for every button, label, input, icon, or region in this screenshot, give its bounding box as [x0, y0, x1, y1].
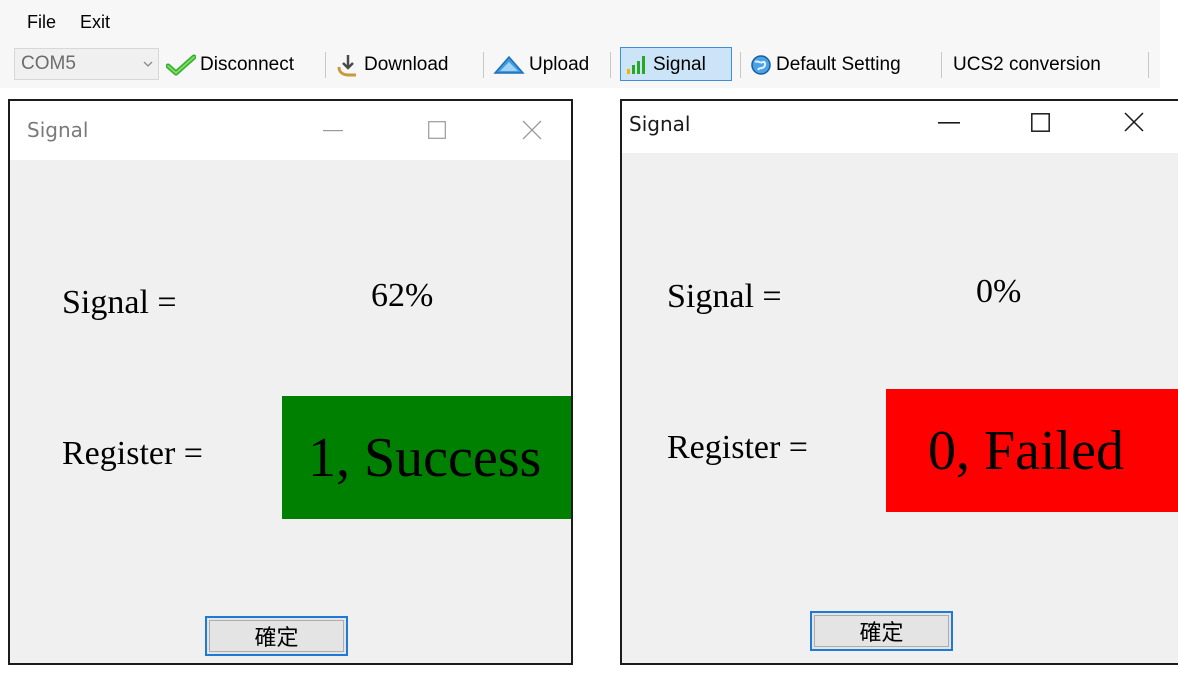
toolbar-divider — [1148, 52, 1149, 78]
toolbar-divider — [941, 52, 942, 78]
download-label: Download — [364, 54, 449, 75]
register-label: Register = — [62, 435, 203, 472]
menu-exit[interactable]: Exit — [80, 12, 110, 33]
dialog-title: Signal — [629, 112, 691, 136]
upload-icon — [493, 55, 525, 75]
upload-label: Upload — [529, 54, 590, 75]
maximize-icon[interactable] — [1031, 113, 1050, 132]
signal-label: Signal = — [667, 278, 782, 315]
signal-dialog-success: Signal Signal = 62% Register = 1, Succes… — [8, 99, 573, 665]
minimize-icon[interactable] — [938, 122, 960, 124]
toolbar-divider — [483, 52, 484, 78]
register-value: 1, Success — [308, 426, 542, 489]
dialog-title: Signal — [27, 118, 89, 142]
port-select[interactable]: COM5 — [14, 48, 159, 80]
ok-button-label: 確定 — [254, 626, 299, 651]
port-select-value: COM5 — [21, 53, 76, 74]
toolbar-divider — [325, 52, 326, 78]
disconnect-button[interactable]: Disconnect — [166, 48, 294, 82]
minimize-icon[interactable] — [323, 130, 343, 132]
signal-value: 62% — [371, 277, 434, 314]
ucs2-conversion-label: UCS2 conversion — [953, 54, 1101, 75]
register-label: Register = — [667, 429, 808, 466]
ok-button[interactable]: 確定 — [810, 611, 953, 651]
download-icon — [336, 53, 360, 77]
ok-button[interactable]: 確定 — [205, 616, 348, 656]
toolbar-divider — [740, 52, 741, 78]
dialog-titlebar: Signal — [10, 101, 571, 160]
download-button[interactable]: Download — [336, 48, 449, 82]
globe-icon — [750, 54, 772, 76]
toolbar: COM5 Disconnect Download Upload Signal D… — [0, 42, 1160, 88]
signal-label: Signal = — [62, 284, 177, 321]
maximize-icon[interactable] — [428, 121, 446, 139]
ok-button-label: 確定 — [859, 621, 904, 646]
menu-file[interactable]: File — [27, 12, 56, 33]
toolbar-divider — [610, 52, 611, 78]
register-status-box: 0, Failed — [886, 389, 1178, 512]
close-icon[interactable] — [522, 120, 542, 140]
default-setting-label: Default Setting — [776, 54, 901, 75]
signal-label: Signal — [653, 54, 706, 75]
disconnect-label: Disconnect — [200, 54, 294, 75]
close-icon[interactable] — [1124, 112, 1144, 132]
ucs2-conversion-button[interactable]: UCS2 conversion — [953, 48, 1101, 82]
menu-bar: File Exit — [0, 0, 1160, 42]
chevron-down-icon — [143, 61, 153, 67]
register-value: 0, Failed — [928, 419, 1124, 482]
signal-dialog-failed: Signal Signal = 0% Register = 0, Failed … — [620, 99, 1178, 665]
dialog-titlebar: Signal — [622, 101, 1178, 153]
signal-button-content[interactable]: Signal — [625, 48, 706, 82]
register-status-box: 1, Success — [282, 396, 571, 519]
signal-value: 0% — [976, 273, 1022, 310]
signal-bars-icon — [625, 54, 649, 76]
upload-button[interactable]: Upload — [493, 48, 589, 82]
check-icon — [166, 54, 196, 76]
default-setting-button[interactable]: Default Setting — [750, 48, 901, 82]
